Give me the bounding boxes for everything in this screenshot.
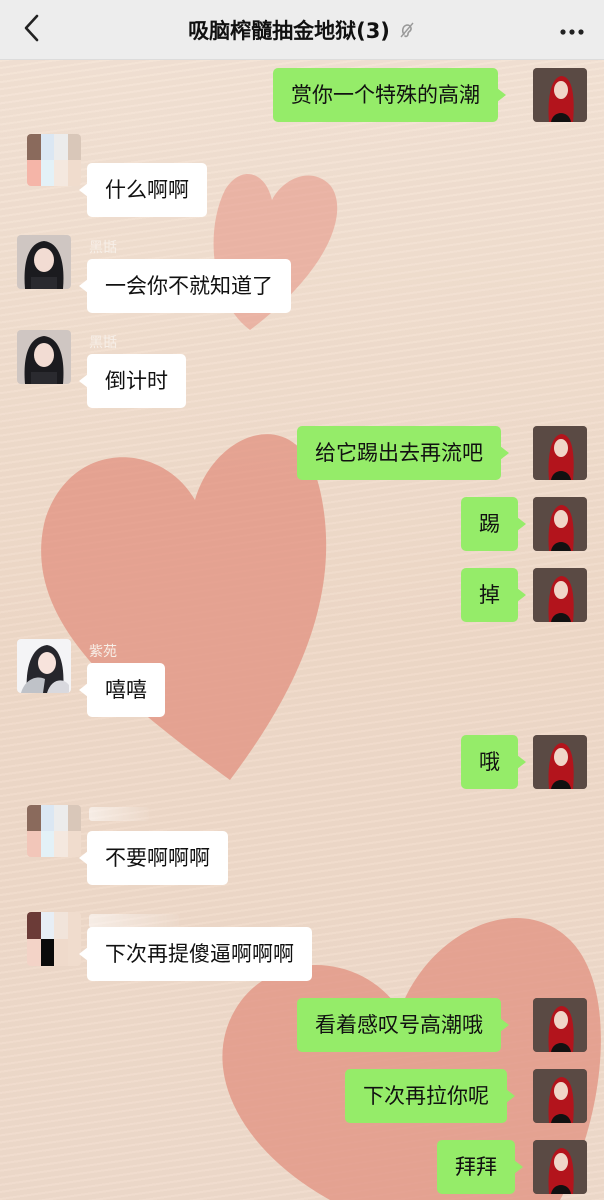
message-bubble-mine[interactable]: 下次再拉你呢 [345,1069,515,1123]
message-bubble-other[interactable]: 倒计时 [79,354,186,408]
more-button[interactable] [554,14,590,46]
message-bubble-other[interactable]: 一会你不就知道了 [79,259,291,313]
chat-area[interactable]: 赏你一个特殊的高潮 什么啊啊 黑甛 一会你不就知道了 黑甛 倒计时 给它踢出去再… [0,60,604,1200]
avatar-pixelated[interactable] [27,912,81,966]
back-button[interactable] [14,12,50,48]
message-bubble-other[interactable]: 嘻嘻 [79,663,165,717]
chat-header: 吸脑榨髓抽金地狱(3) [0,0,604,60]
avatar-ziyuan[interactable] [17,639,71,693]
avatar-self[interactable] [533,1140,587,1194]
more-dots-icon [559,21,585,40]
chat-title: 吸脑榨髓抽金地狱(3) [188,18,390,43]
avatar-heitian[interactable] [17,235,71,289]
avatar-self[interactable] [533,568,587,622]
message-bubble-mine[interactable]: 赏你一个特殊的高潮 [273,68,506,122]
message-bubble-other[interactable]: 不要啊啊啊 [79,831,228,885]
avatar-self[interactable] [533,998,587,1052]
avatar-self[interactable] [533,735,587,789]
message-bubble-mine[interactable]: 看着感叹号高潮哦 [297,998,509,1052]
message-bubble-mine[interactable]: 掉 [461,568,526,622]
chevron-left-icon [21,13,43,47]
title-wrap: 吸脑榨髓抽金地狱(3) [188,15,416,45]
sender-name: 紫苑 [89,644,117,660]
sender-name-blurred [89,914,179,928]
avatar-self[interactable] [533,68,587,122]
message-bubble-mine[interactable]: 踢 [461,497,526,551]
message-bubble-mine[interactable]: 给它踢出去再流吧 [297,426,509,480]
avatar-pixelated[interactable] [27,805,81,857]
message-bubble-mine[interactable]: 哦 [461,735,526,789]
sender-name: 黑甛 [89,240,117,256]
message-bubble-other[interactable]: 什么啊啊 [79,163,207,217]
avatar-heitian[interactable] [17,330,71,384]
avatar-self[interactable] [533,426,587,480]
sender-name-blurred [89,807,149,821]
message-bubble-mine[interactable]: 拜拜 [437,1140,523,1194]
avatar-self[interactable] [533,497,587,551]
message-bubble-other[interactable]: 下次再提傻逼啊啊啊 [79,927,312,981]
ear-mute-icon [398,21,416,39]
avatar-self[interactable] [533,1069,587,1123]
avatar-pixelated[interactable] [27,134,81,186]
sender-name: 黑甛 [89,335,117,351]
